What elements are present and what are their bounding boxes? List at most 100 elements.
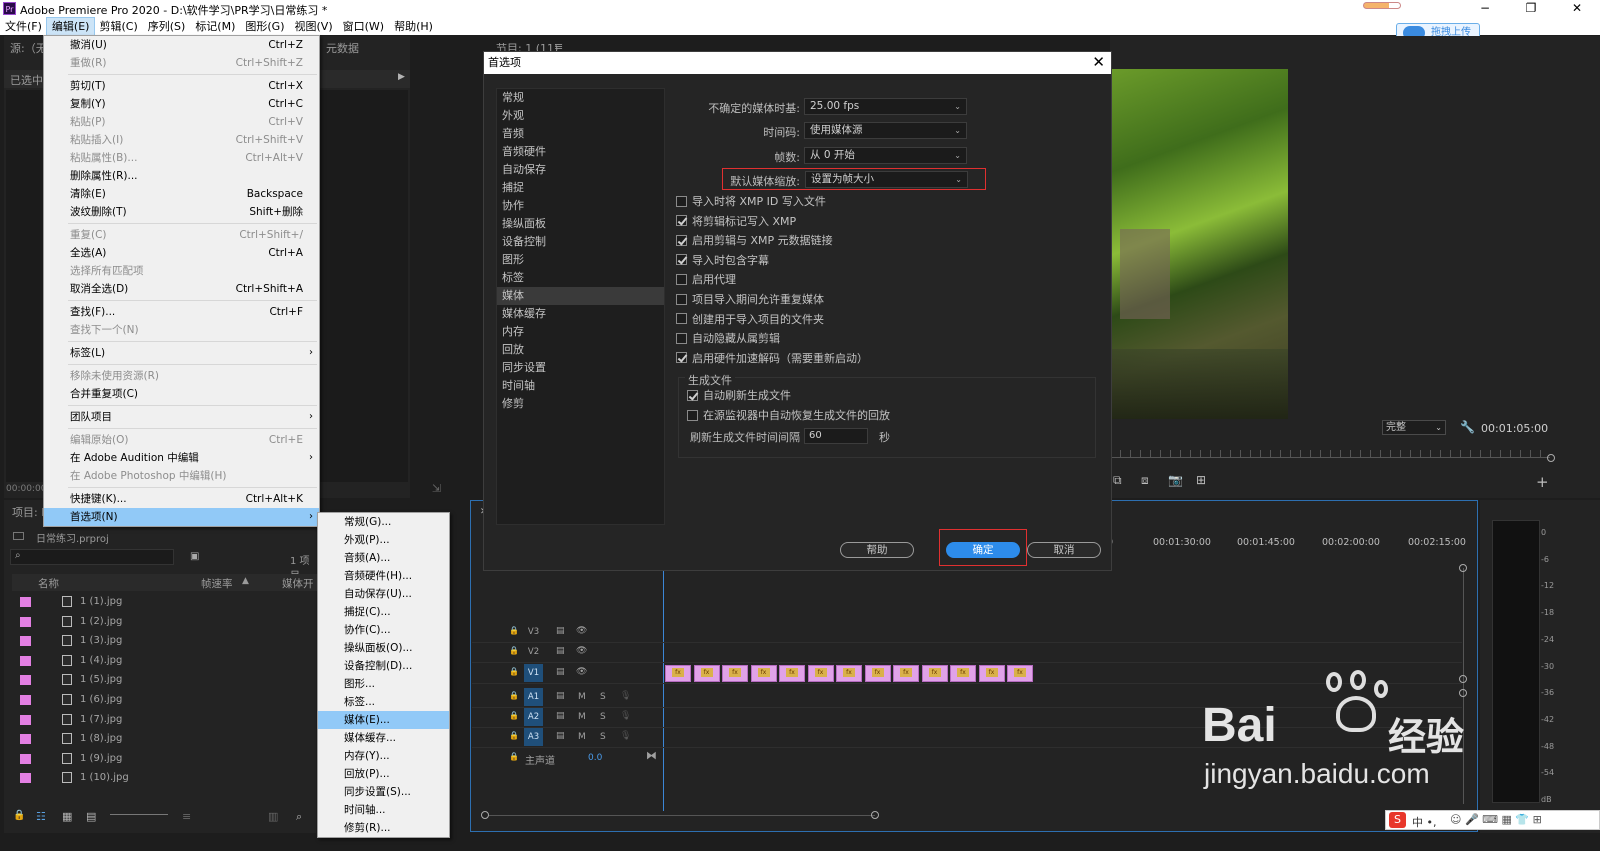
quality-select[interactable]: 完整 ⌄ <box>1382 420 1446 435</box>
checkbox[interactable] <box>676 313 687 325</box>
sync-lock-icon[interactable]: ▤ <box>556 626 565 636</box>
video-clip[interactable]: fx <box>864 665 891 682</box>
sync-lock-icon[interactable]: ▤ <box>556 646 565 656</box>
search-input[interactable]: ⌕ <box>10 549 174 565</box>
checkbox-option[interactable]: 自动隐藏从属剪辑 <box>676 330 780 346</box>
category-item[interactable]: 媒体缓存 <box>497 305 664 323</box>
preferences-submenu-item[interactable]: 媒体缓存... <box>318 729 449 747</box>
menu-markers[interactable]: 标记(M) <box>190 18 240 35</box>
edit-menu-item[interactable]: 重做(R) Ctrl+Shift+Z <box>44 54 319 72</box>
category-item[interactable]: 修剪 <box>497 395 664 413</box>
solo-button[interactable]: S <box>600 692 606 702</box>
category-item[interactable]: 回放 <box>497 341 664 359</box>
zoom-slider[interactable] <box>110 814 168 815</box>
preferences-submenu-item[interactable]: 图形... <box>318 675 449 693</box>
video-clip[interactable]: fx <box>1007 665 1033 682</box>
edit-menu-item[interactable]: 删除属性(R)... <box>44 167 319 185</box>
menu-clip[interactable]: 剪辑(C) <box>94 18 142 35</box>
video-clip[interactable]: fx <box>893 665 919 682</box>
mute-button[interactable]: M <box>578 732 586 742</box>
video-clip[interactable]: fx <box>779 665 805 682</box>
project-file-row[interactable]: 1 (6).jpg <box>12 690 320 710</box>
add-button-icon[interactable]: + <box>1536 473 1549 491</box>
menu-help[interactable]: 帮助(H) <box>389 18 438 35</box>
project-file-row[interactable]: 1 (3).jpg <box>12 631 320 651</box>
edit-menu-item[interactable]: 剪切(T) Ctrl+X <box>44 77 319 95</box>
microphone-icon[interactable]: 🎙 <box>620 711 631 721</box>
checkbox[interactable] <box>676 215 687 227</box>
solo-button[interactable]: S <box>600 732 606 742</box>
video-clip[interactable]: fx <box>978 665 1005 682</box>
video-clip[interactable]: fx <box>836 665 862 682</box>
lock-icon[interactable]: 🔒 <box>13 810 25 821</box>
preferences-submenu-item[interactable]: 常规(G)... <box>318 513 449 531</box>
edit-menu-item[interactable]: 在 Adobe Photoshop 中编辑(H) <box>44 467 319 485</box>
category-item[interactable]: 媒体 <box>497 287 664 305</box>
tab-metadata[interactable]: 元数据 <box>326 40 359 56</box>
sort-icon[interactable]: ≡ <box>182 810 191 823</box>
eye-icon[interactable]: 👁 <box>576 626 587 636</box>
eye-icon[interactable]: 👁 <box>576 667 587 677</box>
wrench-icon[interactable]: 🔧 <box>1460 420 1475 434</box>
sync-lock-icon[interactable]: ▤ <box>556 711 565 721</box>
track-target-a3[interactable]: A3 <box>524 728 543 746</box>
video-clip[interactable]: fx <box>665 665 691 682</box>
maximize-button[interactable]: ❐ <box>1508 0 1554 18</box>
edit-menu-item[interactable]: 复制(Y) Ctrl+C <box>44 95 319 113</box>
lock-icon[interactable]: 🔒 <box>509 646 519 655</box>
preferences-submenu-item[interactable]: 时间轴... <box>318 801 449 819</box>
track-target-v3[interactable]: V3 <box>524 623 543 641</box>
edit-menu-item[interactable]: 波纹删除(T) Shift+删除 <box>44 203 319 221</box>
preferences-submenu-item[interactable]: 自动保存(U)... <box>318 585 449 603</box>
camera-icon[interactable]: 📷 <box>1168 473 1183 487</box>
cancel-button[interactable]: 取消 <box>1027 542 1101 558</box>
category-item[interactable]: 内存 <box>497 323 664 341</box>
checkbox-option[interactable]: 导入时将 XMP ID 写入文件 <box>676 193 826 209</box>
icon-view-icon[interactable]: ▦ <box>62 810 72 823</box>
project-file-row[interactable]: 1 (4).jpg <box>12 651 320 671</box>
category-item[interactable]: 图形 <box>497 251 664 269</box>
video-clip[interactable]: fx <box>693 665 720 682</box>
menu-file[interactable]: 文件(F) <box>0 18 47 35</box>
col-media-start[interactable]: 媒体开 <box>282 576 314 591</box>
ime-toolbar[interactable]: S 中 •, ☺ 🎤 ⌨ ▦ 👕 ⊞ <box>1385 810 1600 830</box>
field-select[interactable]: 25.00 fps ⌄ <box>804 98 967 115</box>
project-file-row[interactable]: 1 (1).jpg <box>12 592 320 612</box>
category-item[interactable]: 常规 <box>497 89 664 107</box>
project-file-row[interactable]: 1 (2).jpg <box>12 612 320 632</box>
preferences-submenu-item[interactable]: 操纵面板(O)... <box>318 639 449 657</box>
category-item[interactable]: 协作 <box>497 197 664 215</box>
checkbox[interactable] <box>676 234 687 246</box>
preferences-submenu-item[interactable]: 设备控制(D)... <box>318 657 449 675</box>
scroll-handle-top[interactable] <box>1459 564 1467 572</box>
category-item[interactable]: 时间轴 <box>497 377 664 395</box>
checkbox-option[interactable]: 将剪辑标记写入 XMP <box>676 213 796 229</box>
video-clip[interactable]: fx <box>921 665 948 682</box>
edit-menu-item[interactable]: 粘贴属性(B)... Ctrl+Alt+V <box>44 149 319 167</box>
edit-menu-item[interactable]: 查找下一个(N) <box>44 321 319 339</box>
lock-icon[interactable]: 🔒 <box>509 667 519 676</box>
list-view-icon[interactable]: ☷ <box>36 810 46 823</box>
edit-menu-item[interactable]: 全选(A) Ctrl+A <box>44 244 319 262</box>
category-item[interactable]: 设备控制 <box>497 233 664 251</box>
track-target-v2[interactable]: V2 <box>524 643 543 661</box>
edit-menu-item[interactable]: 撤消(U) Ctrl+Z <box>44 36 319 54</box>
program-ruler[interactable] <box>1110 450 1550 458</box>
preferences-submenu-item[interactable]: 音频硬件(H)... <box>318 567 449 585</box>
edit-menu-item[interactable]: 标签(L) › <box>44 344 319 362</box>
go-to-end-icon[interactable]: ⧓ <box>646 749 657 762</box>
close-icon[interactable]: ✕ <box>1092 53 1105 71</box>
checkbox[interactable] <box>687 389 698 401</box>
export-icon[interactable]: ⇲ <box>432 482 441 495</box>
project-file-row[interactable]: 1 (10).jpg <box>12 768 320 788</box>
mute-button[interactable]: M <box>578 692 586 702</box>
close-window-button[interactable]: ✕ <box>1554 0 1600 18</box>
video-clip[interactable]: fx <box>750 665 777 682</box>
sort-asc-icon[interactable]: ▲ <box>242 576 249 586</box>
category-item[interactable]: 标签 <box>497 269 664 287</box>
menu-window[interactable]: 窗口(W) <box>338 18 389 35</box>
preferences-submenu-item[interactable]: 协作(C)... <box>318 621 449 639</box>
category-item[interactable]: 音频硬件 <box>497 143 664 161</box>
col-framerate[interactable]: 帧速率 <box>201 576 233 591</box>
automate-icon[interactable]: ▥ <box>268 810 278 823</box>
